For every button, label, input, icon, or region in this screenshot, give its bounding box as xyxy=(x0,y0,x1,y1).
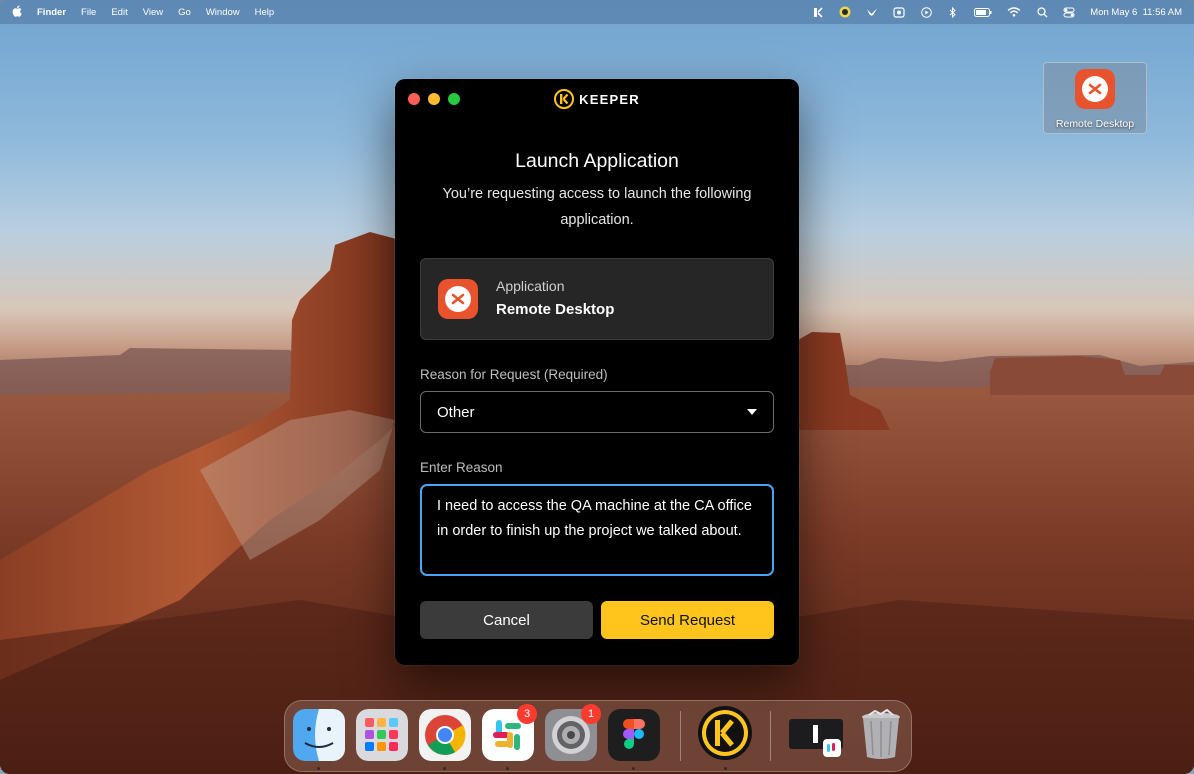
running-indicator xyxy=(443,767,446,770)
reason-label: Reason for Request (Required) xyxy=(420,367,608,382)
dialog-title: Launch Application xyxy=(515,150,679,172)
enter-reason-label: Enter Reason xyxy=(420,460,503,475)
menu-edit[interactable]: Edit xyxy=(111,7,127,18)
menu-file[interactable]: File xyxy=(81,7,96,18)
slack-badge: 3 xyxy=(517,704,537,724)
wifi-icon[interactable] xyxy=(1007,7,1021,17)
running-indicator xyxy=(317,767,320,770)
play-icon[interactable] xyxy=(920,6,932,18)
desktop-icon-label: Remote Desktop xyxy=(1055,118,1135,130)
menu-view[interactable]: View xyxy=(143,7,163,18)
cancel-button[interactable]: Cancel xyxy=(420,601,593,639)
trash-icon[interactable] xyxy=(855,709,907,761)
figma-icon[interactable] xyxy=(608,709,660,761)
screen-capture-icon[interactable] xyxy=(893,6,905,18)
finder-icon[interactable] xyxy=(293,709,345,761)
minimized-window-icon[interactable] xyxy=(787,709,845,761)
menu-bar: Finder File Edit View Go Window Help Mon… xyxy=(0,0,1194,24)
running-indicator xyxy=(724,767,727,770)
menu-clock[interactable]: Mon May 6 11:56 AM xyxy=(1090,7,1182,18)
control-center-icon[interactable] xyxy=(1063,7,1075,17)
running-indicator xyxy=(506,767,509,770)
sparrow-status-icon[interactable] xyxy=(839,6,851,18)
system-settings-badge: 1 xyxy=(581,704,601,724)
application-name: Remote Desktop xyxy=(496,301,615,318)
application-caption: Application xyxy=(496,278,565,294)
reason-select[interactable]: Other xyxy=(420,391,774,433)
keeper-icon[interactable] xyxy=(697,705,753,761)
reason-select-value: Other xyxy=(437,403,475,421)
menu-app-name[interactable]: Finder xyxy=(37,7,66,18)
battery-icon[interactable] xyxy=(974,7,992,17)
apple-menu-icon[interactable] xyxy=(12,5,22,20)
launch-application-dialog: KEEPER Launch Application You’re request… xyxy=(395,79,799,665)
desktop-icon-remote-desktop[interactable]: Remote Desktop xyxy=(1043,62,1147,134)
chevron-down-icon xyxy=(747,409,757,415)
keeper-status-icon[interactable] xyxy=(812,6,824,18)
reason-textarea[interactable]: I need to access the QA machine at the C… xyxy=(420,484,774,576)
bird-status-icon[interactable] xyxy=(866,7,878,17)
menu-window[interactable]: Window xyxy=(206,7,240,18)
remote-desktop-icon xyxy=(1075,69,1115,109)
remote-desktop-icon xyxy=(438,279,478,319)
menu-go[interactable]: Go xyxy=(178,7,191,18)
dock-separator xyxy=(680,711,681,761)
dock-separator xyxy=(770,711,771,761)
launchpad-icon[interactable] xyxy=(356,709,408,761)
menu-help[interactable]: Help xyxy=(255,7,275,18)
keeper-logo-icon xyxy=(554,89,575,109)
keeper-wordmark: KEEPER xyxy=(579,91,640,107)
send-request-button[interactable]: Send Request xyxy=(601,601,774,639)
search-icon[interactable] xyxy=(1036,6,1048,17)
keeper-brand: KEEPER xyxy=(395,89,799,109)
dialog-subtitle: You’re requesting access to launch the f… xyxy=(442,186,752,228)
bluetooth-icon[interactable] xyxy=(947,6,959,18)
application-card: Application Remote Desktop xyxy=(420,258,774,340)
running-indicator xyxy=(632,767,635,770)
dock: 3 1 xyxy=(284,700,912,772)
chrome-icon[interactable] xyxy=(419,709,471,761)
